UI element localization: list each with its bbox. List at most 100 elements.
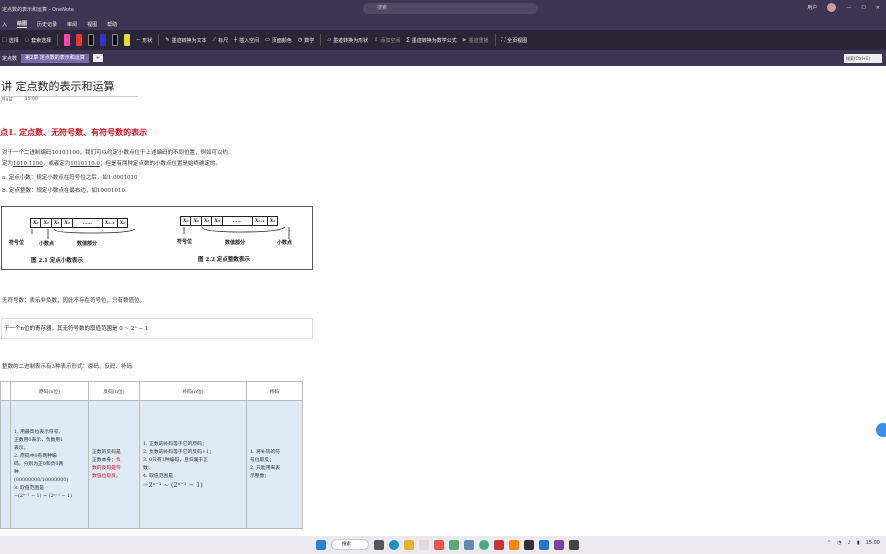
menu-item-help[interactable]: 帮助 <box>107 21 117 28</box>
figure-label: 小数点 <box>277 240 293 246</box>
add-page-button[interactable]: + <box>92 54 103 62</box>
range-box: 于一个n位的寄存器，其无符号数的取值范围是 0 ~ 2ⁿ − 1 <box>1 318 313 339</box>
battery-icon[interactable]: ▮ <box>857 540 860 546</box>
taskbar: 搜索 ⌃ ◔ ♪ ▮ 15:00 <box>0 536 886 554</box>
highlighter-yellow-icon[interactable] <box>124 34 131 46</box>
close-icon[interactable]: ✕ <box>876 5 880 11</box>
app-icon[interactable] <box>509 539 519 550</box>
app-icon[interactable] <box>494 539 504 550</box>
shapes-button[interactable]: ∼ 形状 <box>136 37 152 44</box>
scroll-handle[interactable] <box>876 423 886 437</box>
pen-black-icon[interactable] <box>88 34 95 46</box>
app-icon[interactable] <box>524 539 534 550</box>
avatar[interactable] <box>827 3 837 12</box>
replay-button[interactable]: ▶ 墨迹重播 <box>463 37 489 44</box>
highlighter-black-icon[interactable] <box>112 34 119 46</box>
pen-red-icon[interactable] <box>76 34 83 46</box>
math-button[interactable]: ◷ 数学 <box>298 37 314 44</box>
clock[interactable]: 15:00 <box>866 540 880 546</box>
chevron-up-icon[interactable]: ⌃ <box>827 540 831 546</box>
table-header: 移码 <box>246 381 303 401</box>
cursor-icon: ⬚ <box>2 37 7 43</box>
explorer-icon[interactable] <box>404 539 414 550</box>
table-cell-twos-complement: 1. 正数的补码等于它的原码； 2. 负数的补码等于它的反码+1； 3. 0只有… <box>139 400 247 529</box>
page-search-input[interactable]: 搜索(Ctrl+E) <box>844 54 882 63</box>
page-icon: ▭ <box>265 37 270 43</box>
table-row: 1. 用最高位表示符号， 正数用0表示，负数用1 表示。 2. 原码中0有两种编… <box>0 400 303 529</box>
divider <box>494 34 496 46</box>
table-header-row: 原码(n位) 反码(n位) 补码(n位) 移码 <box>0 381 303 401</box>
page-title[interactable]: 讲 定点数的表示和运算 <box>1 78 138 97</box>
system-tray: ⌃ ◔ ♪ ▮ 15:00 <box>827 540 880 546</box>
app-icon[interactable] <box>434 539 444 550</box>
app-icon[interactable] <box>539 539 549 550</box>
insert-space-button[interactable]: ┼ 插入空间 <box>234 37 259 44</box>
formula-icon: ∑ <box>406 37 410 43</box>
page-tab[interactable]: 第2章 定点数的表示和运算 <box>21 53 89 63</box>
title-bar: 定点数的表示和运算 - OneNote 搜索 用户 — ☐ ✕ <box>0 0 886 18</box>
section-heading: 点1. 定点数、无符号数、有符号数的表示 <box>0 127 148 137</box>
note-canvas[interactable]: 讲 定点数的表示和运算 月9日 15:00 点1. 定点数、无符号数、有符号数的… <box>0 66 886 536</box>
page-date: 月9日 15:00 <box>1 97 38 103</box>
menu-bar: 入 绘图 历史记录 审阅 视图 帮助 <box>0 18 886 30</box>
table-header: 补码(n位) <box>139 381 247 401</box>
task-view-icon[interactable] <box>374 539 384 550</box>
page-color-button[interactable]: ▭ 页面颜色 <box>265 37 292 44</box>
maximize-icon[interactable]: ☐ <box>861 5 865 11</box>
lasso-button[interactable]: ◌ 套索选择 <box>25 37 51 44</box>
app-icon[interactable] <box>569 539 579 550</box>
app-icon[interactable] <box>464 539 474 550</box>
start-icon[interactable] <box>316 539 326 550</box>
wifi-icon[interactable]: ◔ <box>837 540 841 546</box>
shape-icon: ▱ <box>327 37 332 43</box>
signed-note: 整数的二进制表示有3种表示形式：原码、反码、补码 <box>2 364 133 370</box>
figure-label: 数值部分 <box>225 240 246 246</box>
onenote-icon[interactable] <box>554 539 564 550</box>
minimize-icon[interactable]: — <box>846 5 851 11</box>
menu-item-review[interactable]: 审阅 <box>67 21 77 28</box>
list-item: a. 定点小数：规定小数点在符号位之后，如1.0001010 <box>2 175 138 181</box>
user-name[interactable]: 用户 <box>807 4 817 11</box>
figure-label: 小数点 <box>39 241 55 247</box>
pen-blue-icon[interactable] <box>100 34 107 46</box>
full-page-button[interactable]: ⛶ 全页视图 <box>502 37 528 44</box>
divider <box>320 34 322 46</box>
divider <box>57 34 59 46</box>
menu-item-draw[interactable]: 绘图 <box>17 20 28 28</box>
fixed-point-figure: X₀ X₁ X₂ X₃ …… Xₙ₋₁ Xₙ X₀ X₁ X₂ X₃ …… Xₙ… <box>1 206 313 270</box>
ruler-button[interactable]: ⟋ 标尺 <box>213 37 229 44</box>
eraser-icon[interactable] <box>64 34 71 46</box>
taskbar-search[interactable]: 搜索 <box>331 539 369 550</box>
lasso-icon: ◌ <box>24 37 30 43</box>
volume-icon[interactable]: ♪ <box>848 540 851 546</box>
window-title: 定点数的表示和运算 - OneNote <box>2 6 75 13</box>
title-search-input[interactable]: 搜索 <box>363 3 538 14</box>
paragraph: 定为1010.1100，或者定为1010110.0；但是有两种定点数的小数点位置… <box>2 161 222 167</box>
ink-to-text-button[interactable]: ✎ 墨迹转换为文本 <box>165 37 206 44</box>
menu-item-view[interactable]: 视图 <box>87 21 97 28</box>
menu-item-insert[interactable]: 入 <box>2 21 7 28</box>
add-space-button[interactable]: ⇕ 添加空间 <box>374 37 400 44</box>
figure-caption: 图 2.2 定点整数表示 <box>198 257 250 263</box>
app-icon[interactable] <box>449 539 459 550</box>
figure-label: 符号位 <box>9 240 25 246</box>
table-header: 原码(n位) <box>10 381 89 401</box>
select-button[interactable]: ⬚ 选择 <box>2 37 19 44</box>
replay-icon: ▶ <box>462 37 467 43</box>
encoding-table: 原码(n位) 反码(n位) 补码(n位) 移码 1. 用最高位表示符号， 正数用… <box>0 381 303 529</box>
table-cell-original: 1. 用最高位表示符号， 正数用0表示，负数用1 表示。 2. 原码中0有两种编… <box>10 400 89 529</box>
app-icon[interactable] <box>419 539 429 550</box>
menu-item-history[interactable]: 历史记录 <box>37 21 57 28</box>
list-item: b. 定点整数：规定小数点在最右边，如10001010. <box>2 188 127 194</box>
table-header: 反码(n位) <box>88 381 140 401</box>
plus-icon: ┼ <box>234 37 238 43</box>
draw-ribbon: ⬚ 选择 ◌ 套索选择 ∼ 形状 ✎ 墨迹转换为文本 ⟋ 标尺 ┼ 插入空间 ▭ 页面颜色 ◷… <box>0 30 886 50</box>
ink-to-shape-button[interactable]: ▱ 墨迹转换为形状 <box>327 37 368 44</box>
chrome-icon[interactable] <box>479 539 489 550</box>
ink-to-math-button[interactable]: ∑ 墨迹转换为数学公式 <box>406 37 456 44</box>
section-dropdown[interactable]: 定点数 <box>2 55 17 62</box>
space-icon: ⇕ <box>374 37 379 43</box>
edge-icon[interactable] <box>389 539 399 550</box>
figure-label: 符号位 <box>177 239 193 245</box>
section-tabs: 定点数 第2章 定点数的表示和运算 + 搜索(Ctrl+E) <box>0 50 886 66</box>
